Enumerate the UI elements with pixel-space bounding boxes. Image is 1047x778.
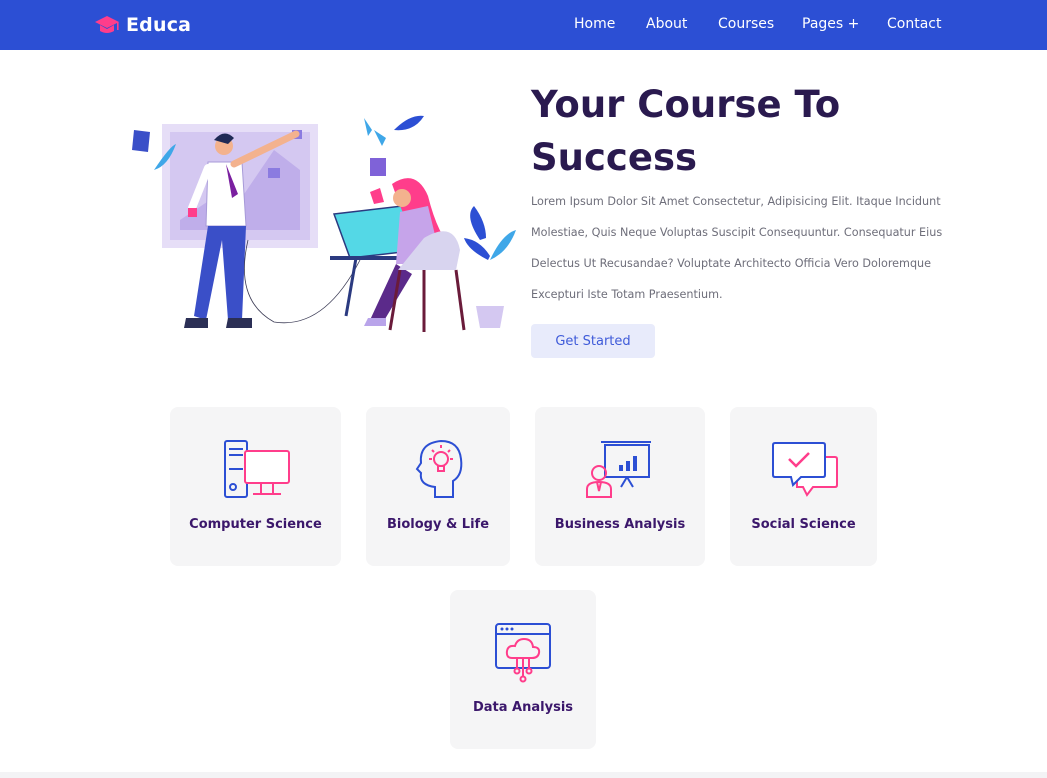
category-label: Business Analysis [554,517,686,532]
brand-logo[interactable]: Educa [94,12,191,38]
category-card-data-analysis[interactable]: Data Analysis [450,590,596,749]
nav-pages[interactable]: Pages + [802,16,859,32]
nav-courses[interactable]: Courses [718,16,774,32]
browser-cloud-icon [495,623,551,683]
desktop-computer-icon [223,440,290,498]
head-with-lightbulb-icon [415,439,463,498]
category-label: Computer Science [189,517,322,532]
nav-home[interactable]: Home [574,16,615,32]
hero-description: Lorem Ipsum Dolor Sit Amet Consectetur, … [531,195,943,301]
brand-name: Educa [126,14,192,36]
hero-title: Your Course To Success [531,83,841,179]
category-card-social-science[interactable]: Social Science [730,407,877,566]
hero-illustration [132,115,516,332]
top-navbar: Educa Home About Courses Pages + Contact [0,0,1047,50]
category-label: Biology & Life [386,517,490,532]
category-card-computer-science[interactable]: Computer Science [170,407,341,566]
nav-contact[interactable]: Contact [887,16,941,32]
category-label: Social Science [751,517,856,532]
category-card-biology-life[interactable]: Biology & Life [366,407,510,566]
category-card-business-analysis[interactable]: Business Analysis [535,407,705,566]
chat-bubbles-icon [771,442,838,497]
presentation-board-icon [586,441,651,498]
get-started-button[interactable]: Get Started [531,324,655,358]
category-label: Data Analysis [472,700,574,715]
footer-divider [0,772,1047,778]
nav-about[interactable]: About [646,16,687,32]
graduation-cap-icon [95,16,119,33]
